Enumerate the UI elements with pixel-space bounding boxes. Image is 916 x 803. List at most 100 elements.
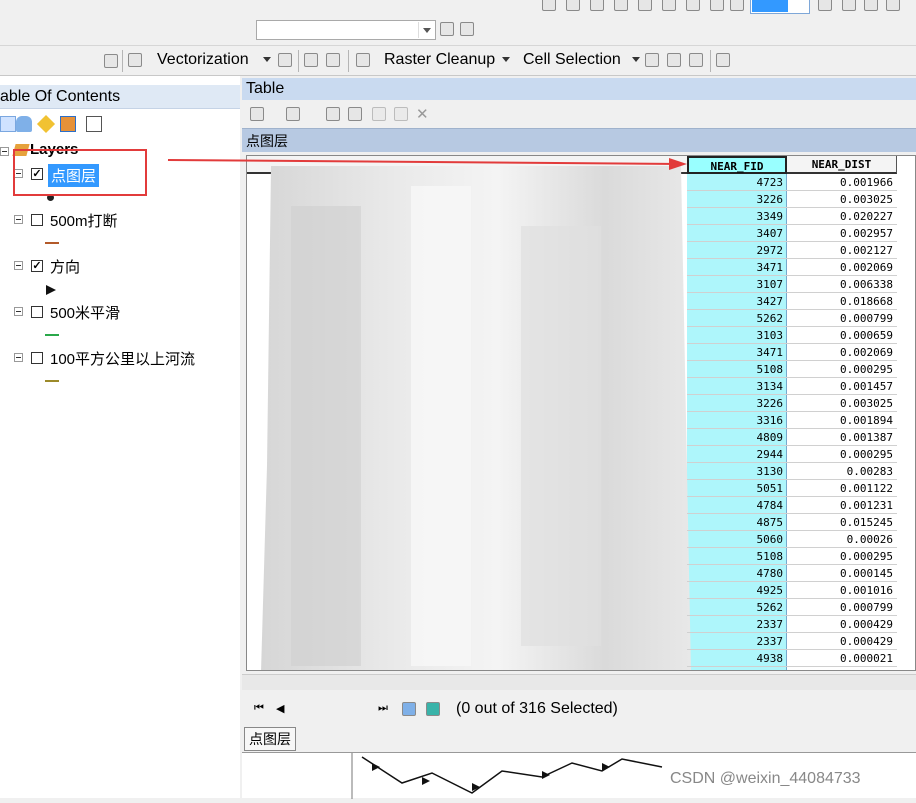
table-row[interactable]: 4780 0.000145	[687, 565, 897, 582]
layer-visibility-checkbox[interactable]: ✓	[31, 260, 43, 272]
near-dist-cell[interactable]: 0.000021	[787, 650, 897, 667]
table-row[interactable]: 3134 0.001457	[687, 378, 897, 395]
tool-icon[interactable]	[590, 0, 604, 11]
near-fid-cell[interactable]: 3316	[687, 412, 787, 429]
tool-icon[interactable]	[566, 0, 580, 11]
table-row[interactable]: 2944 0.000295	[687, 446, 897, 463]
tool-icon[interactable]	[667, 53, 681, 67]
table-row[interactable]: 3316 0.001894	[687, 412, 897, 429]
near-fid-cell[interactable]: 5108	[687, 548, 787, 565]
tool-icon[interactable]	[304, 53, 318, 67]
chevron-down-icon[interactable]	[263, 57, 271, 62]
chevron-down-icon[interactable]	[632, 57, 640, 62]
near-dist-cell[interactable]: 0.002957	[787, 225, 897, 242]
near-dist-cell[interactable]: 0.000145	[787, 565, 897, 582]
near-fid-cell[interactable]: 4938	[687, 650, 787, 667]
table-row[interactable]: 4784 0.001231	[687, 497, 897, 514]
expand-layer-icon[interactable]	[14, 307, 23, 316]
zoom-to-selected-icon[interactable]	[394, 107, 408, 121]
near-dist-cell[interactable]: 0.018668	[787, 293, 897, 310]
tool-icon[interactable]	[686, 0, 700, 11]
table-row[interactable]: 4925 0.001016	[687, 582, 897, 599]
near-dist-cell[interactable]: 0.000429	[787, 633, 897, 650]
layer-name[interactable]: 方向	[50, 256, 80, 277]
dropdown-icon[interactable]	[104, 54, 118, 68]
table-row[interactable]: 3407 0.002957	[687, 225, 897, 242]
raster-cleanup-menu[interactable]: Raster Cleanup	[384, 51, 495, 69]
table-row[interactable]: 2337 0.000429	[687, 633, 897, 650]
table-row[interactable]: 4938 0.000021	[687, 650, 897, 667]
near-dist-cell[interactable]: 0.001457	[787, 378, 897, 395]
table-row[interactable]: 5060 0.00026	[687, 531, 897, 548]
list-by-source-icon[interactable]	[16, 116, 32, 132]
layout-icon[interactable]	[818, 0, 832, 11]
near-fid-cell[interactable]: 3107	[687, 276, 787, 293]
table-row[interactable]: 5262 0.000799	[687, 599, 897, 616]
near-fid-cell[interactable]: 4925	[687, 582, 787, 599]
table-row[interactable]: 4723 0.001966	[687, 174, 897, 191]
near-dist-cell[interactable]: 0.002069	[787, 259, 897, 276]
near-dist-cell[interactable]: 0.002069	[787, 344, 897, 361]
tool-icon[interactable]	[886, 0, 900, 11]
clear-selection-icon[interactable]	[372, 107, 386, 121]
near-dist-cell[interactable]: 0.001016	[787, 582, 897, 599]
histogram-icon[interactable]	[460, 22, 474, 36]
list-by-selection-icon[interactable]	[60, 116, 76, 132]
near-dist-cell[interactable]: 0.001122	[787, 480, 897, 497]
edit-icon[interactable]	[864, 0, 878, 11]
near-dist-cell[interactable]: 0.000295	[787, 446, 897, 463]
table-row[interactable]: 2337 0.000429	[687, 616, 897, 633]
near-dist-cell[interactable]: 0.00283	[787, 463, 897, 480]
near-dist-cell[interactable]: 0.001894	[787, 412, 897, 429]
table-row[interactable]: 3471 0.002069	[687, 259, 897, 276]
near-fid-cell[interactable]: 5051	[687, 480, 787, 497]
near-fid-cell[interactable]: 4784	[687, 497, 787, 514]
near-fid-cell[interactable]: 5060	[687, 531, 787, 548]
table-row[interactable]: 4809 0.001387	[687, 429, 897, 446]
near-dist-cell[interactable]: 0.001966	[787, 174, 897, 191]
window-icon[interactable]	[128, 53, 142, 67]
next-record-icon[interactable]: ⏭	[378, 702, 388, 715]
tool-icon[interactable]	[710, 0, 724, 11]
near-dist-cell[interactable]: 0.00026	[787, 531, 897, 548]
layer-visibility-checkbox[interactable]	[31, 306, 43, 318]
near-fid-cell[interactable]: 4780	[687, 565, 787, 582]
near-fid-cell[interactable]: 5262	[687, 310, 787, 327]
column-header-near-dist[interactable]: NEAR_DIST	[787, 156, 897, 174]
near-dist-cell[interactable]: 0.001231	[787, 497, 897, 514]
near-fid-cell[interactable]: 3103	[687, 327, 787, 344]
near-dist-cell[interactable]: 0.000799	[787, 599, 897, 616]
near-fid-cell[interactable]: 3134	[687, 378, 787, 395]
table-row[interactable]: 3349 0.020227	[687, 208, 897, 225]
horizontal-scrollbar[interactable]	[242, 674, 916, 690]
table-row[interactable]: 3103 0.000659	[687, 327, 897, 344]
show-selected-records-icon[interactable]	[426, 702, 440, 716]
tool-icon[interactable]	[542, 0, 556, 11]
table-row[interactable]: 3226 0.003025	[687, 191, 897, 208]
near-fid-cell[interactable]: 2337	[687, 616, 787, 633]
near-dist-cell[interactable]: 0.003025	[787, 395, 897, 412]
first-record-icon[interactable]: ⏮	[254, 702, 264, 715]
options-icon[interactable]	[86, 116, 102, 132]
table-row[interactable]: 2972 0.002127	[687, 242, 897, 259]
expand-layers-icon[interactable]	[0, 147, 9, 156]
column-header-near-fid[interactable]: NEAR_FID	[687, 156, 787, 174]
vectorization-menu[interactable]: Vectorization	[157, 51, 249, 69]
expand-layer-icon[interactable]	[14, 261, 23, 270]
near-fid-cell[interactable]: 2337	[687, 633, 787, 650]
tool-icon[interactable]	[730, 0, 744, 11]
near-fid-cell[interactable]: 4723	[687, 174, 787, 191]
layer-name[interactable]: 500m打断	[50, 210, 118, 231]
previous-record-icon[interactable]: ◀	[276, 702, 284, 715]
near-dist-cell[interactable]: 0.000295	[787, 361, 897, 378]
table-options-icon[interactable]	[250, 107, 264, 121]
pencil-icon[interactable]	[326, 53, 340, 67]
near-dist-cell[interactable]: 0.006338	[787, 276, 897, 293]
near-fid-cell[interactable]: 3130	[687, 463, 787, 480]
table-row[interactable]: 3427 0.018668	[687, 293, 897, 310]
expand-layer-icon[interactable]	[14, 353, 23, 362]
near-fid-cell[interactable]: 4809	[687, 429, 787, 446]
tool-icon[interactable]	[356, 53, 370, 67]
chevron-down-icon[interactable]	[502, 57, 510, 62]
list-by-drawing-order-icon[interactable]	[0, 116, 16, 132]
